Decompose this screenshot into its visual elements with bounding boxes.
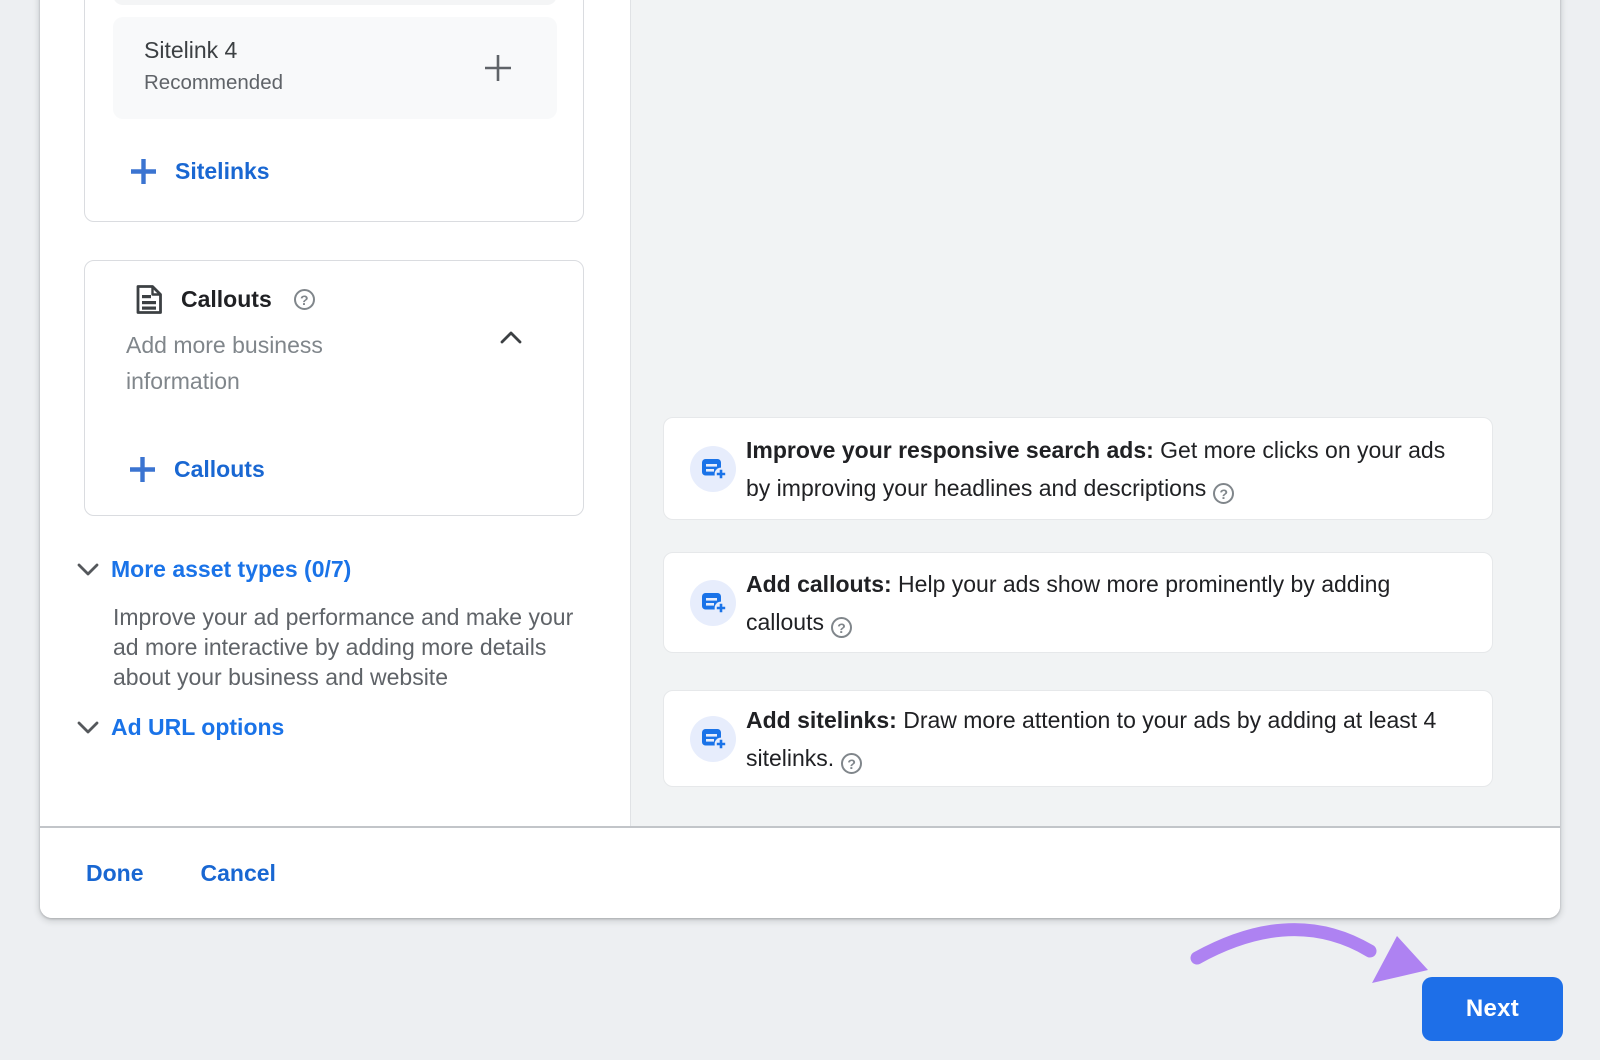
suggestion-improve-rsa[interactable]: Improve your responsive search ads: Get … [663, 417, 1493, 520]
next-button[interactable]: Next [1422, 977, 1563, 1041]
chevron-down-icon [73, 554, 103, 584]
add-callouts-button[interactable]: Callouts [128, 455, 265, 484]
done-button[interactable]: Done [86, 860, 144, 887]
suggestion-add-callouts[interactable]: Add callouts: Help your ads show more pr… [663, 552, 1493, 653]
suggestion-lead: Add callouts: [746, 571, 892, 597]
add-callouts-label: Callouts [174, 456, 265, 483]
help-icon[interactable]: ? [841, 753, 862, 774]
suggestion-lead: Add sitelinks: [746, 707, 897, 733]
more-asset-types-label: More asset types (0/7) [111, 556, 351, 583]
ad-url-options-toggle[interactable]: Ad URL options [73, 712, 284, 742]
add-asset-icon [690, 580, 736, 626]
callouts-header: Callouts ? [131, 282, 315, 317]
more-asset-types-toggle[interactable]: More asset types (0/7) [73, 554, 351, 584]
add-sitelinks-label: Sitelinks [175, 158, 270, 185]
callouts-subtitle: Add more business information [126, 327, 386, 399]
suggestion-add-sitelinks[interactable]: Add sitelinks: Draw more attention to yo… [663, 690, 1493, 787]
sitelink-4-recommended-badge: Recommended [144, 71, 283, 95]
dialog-content: Sitelink 4 Recommended [40, 0, 1560, 918]
dialog-footer: Done Cancel [40, 826, 1560, 918]
sitelink-4-title: Sitelink 4 [144, 37, 237, 64]
sitelink-3-card-remnant [113, 0, 557, 5]
cancel-button[interactable]: Cancel [201, 860, 276, 887]
add-asset-icon [690, 446, 736, 492]
chevron-down-icon [73, 712, 103, 742]
suggestion-text: Improve your responsive search ads: Get … [746, 431, 1464, 507]
more-asset-types-description: Improve your ad performance and make you… [113, 602, 593, 692]
add-asset-icon [690, 716, 736, 762]
asset-types-panel: Sitelink 4 Recommended [40, 0, 630, 826]
asset-editor-dialog: Sitelink 4 Recommended [40, 0, 1560, 918]
add-sitelink-4-plus-icon[interactable] [481, 51, 515, 85]
help-icon[interactable]: ? [831, 617, 852, 638]
plus-icon [128, 455, 157, 484]
help-icon[interactable]: ? [1213, 483, 1234, 504]
suggestion-text: Add callouts: Help your ads show more pr… [746, 565, 1464, 641]
chevron-up-icon[interactable] [496, 323, 526, 353]
plus-icon [129, 157, 158, 186]
page: Sitelink 4 Recommended [0, 0, 1600, 1060]
callouts-title: Callouts [181, 286, 272, 313]
sitelinks-group-card: Sitelink 4 Recommended [84, 0, 584, 222]
document-icon [131, 282, 166, 317]
suggestion-text: Add sitelinks: Draw more attention to yo… [746, 701, 1464, 777]
sitelink-4-card[interactable]: Sitelink 4 Recommended [113, 17, 557, 119]
suggestions-panel: Improve your responsive search ads: Get … [630, 0, 1560, 826]
callouts-help-icon[interactable]: ? [294, 289, 315, 310]
suggestion-lead: Improve your responsive search ads: [746, 437, 1154, 463]
ad-url-options-label: Ad URL options [111, 714, 284, 741]
callouts-group-card: Callouts ? Add more business information [84, 260, 584, 516]
add-sitelinks-button[interactable]: Sitelinks [129, 157, 270, 186]
